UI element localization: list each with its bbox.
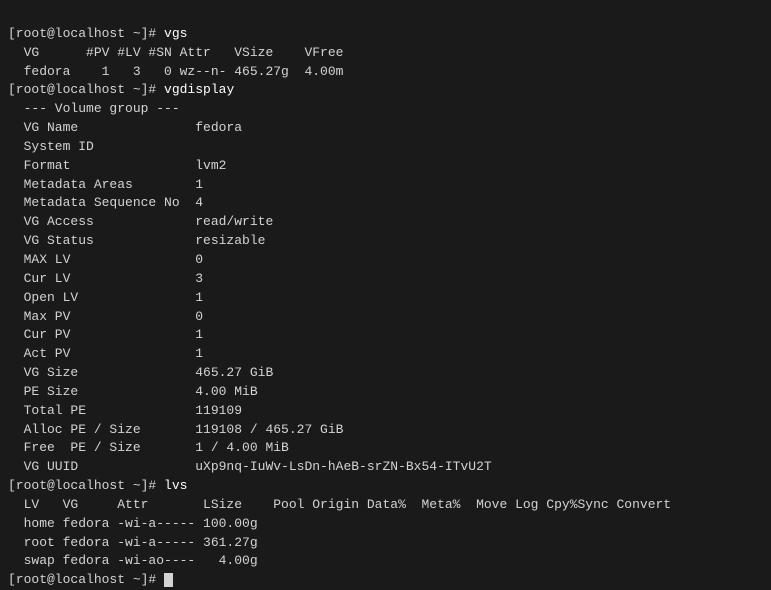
terminal-line: home fedora -wi-a----- 100.00g <box>8 515 763 534</box>
terminal-line: LV VG Attr LSize Pool Origin Data% Meta%… <box>8 496 763 515</box>
terminal-line: System ID <box>8 138 763 157</box>
terminal-line: --- Volume group --- <box>8 100 763 119</box>
terminal-line: VG Name fedora <box>8 119 763 138</box>
prompt-text: [root@localhost ~]# <box>8 572 164 587</box>
prompt-text: [root@localhost ~]# <box>8 478 164 493</box>
terminal-line: VG Access read/write <box>8 213 763 232</box>
terminal-line: Cur PV 1 <box>8 326 763 345</box>
terminal-line: Alloc PE / Size 119108 / 465.27 GiB <box>8 421 763 440</box>
prompt-text: [root@localhost ~]# <box>8 26 164 41</box>
terminal-line: Open LV 1 <box>8 289 763 308</box>
command-text: lvs <box>164 478 187 493</box>
terminal-line: root fedora -wi-a----- 361.27g <box>8 534 763 553</box>
terminal-line: MAX LV 0 <box>8 251 763 270</box>
terminal-line: Metadata Areas 1 <box>8 176 763 195</box>
terminal-line: swap fedora -wi-ao---- 4.00g <box>8 552 763 571</box>
terminal-line: PE Size 4.00 MiB <box>8 383 763 402</box>
terminal-line: Cur LV 3 <box>8 270 763 289</box>
terminal-window[interactable]: [root@localhost ~]# vgs VG #PV #LV #SN A… <box>0 0 771 571</box>
command-text: vgdisplay <box>164 82 234 97</box>
command-text: vgs <box>164 26 187 41</box>
terminal-line: fedora 1 3 0 wz--n- 465.27g 4.00m <box>8 63 763 82</box>
terminal-line: Total PE 119109 <box>8 402 763 421</box>
terminal-line: Act PV 1 <box>8 345 763 364</box>
terminal-line: VG Status resizable <box>8 232 763 251</box>
terminal-line: VG Size 465.27 GiB <box>8 364 763 383</box>
terminal-line: Max PV 0 <box>8 308 763 327</box>
terminal-line: [root@localhost ~]# lvs <box>8 477 763 496</box>
terminal-line: Metadata Sequence No 4 <box>8 194 763 213</box>
terminal-line: [root@localhost ~]# vgs <box>8 25 763 44</box>
prompt-text: [root@localhost ~]# <box>8 82 164 97</box>
terminal-line: [root@localhost ~]# <box>8 571 763 590</box>
cursor-block <box>164 573 173 587</box>
terminal-line: [root@localhost ~]# vgdisplay <box>8 81 763 100</box>
terminal-line: VG UUID uXp9nq-IuWv-LsDn-hAeB-srZN-Bx54-… <box>8 458 763 477</box>
terminal-line: Free PE / Size 1 / 4.00 MiB <box>8 439 763 458</box>
terminal-line: VG #PV #LV #SN Attr VSize VFree <box>8 44 763 63</box>
terminal-line: Format lvm2 <box>8 157 763 176</box>
